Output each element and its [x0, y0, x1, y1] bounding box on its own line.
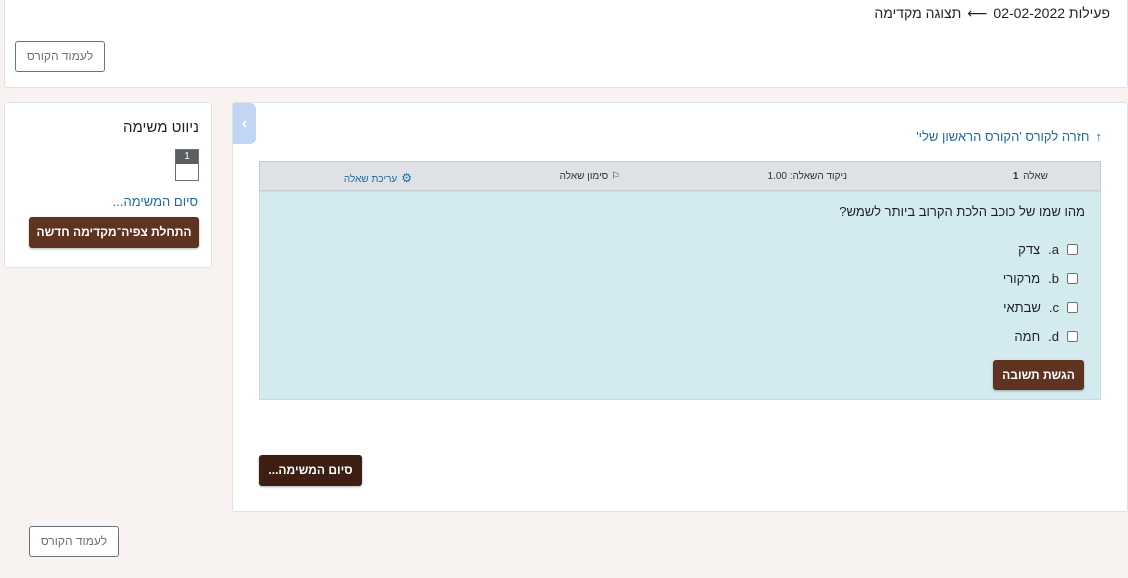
quiz-navigation-title: ניווט משימה: [122, 119, 199, 136]
breadcrumb: פעילות 02-02-2022 ⟵ תצוגה מקדימה: [874, 5, 1110, 22]
answer-letter-c: c.: [1048, 300, 1059, 315]
course-page-button-bottom[interactable]: לעמוד הקורס: [29, 526, 119, 557]
answer-letter-b: b.: [1048, 271, 1059, 286]
flag-question-button[interactable]: ⚐ סימון שאלה: [560, 171, 620, 182]
answer-checkbox-d[interactable]: [1067, 331, 1078, 342]
answer-checkbox-b[interactable]: [1067, 273, 1078, 284]
question-label-text: שאלה: [1023, 171, 1048, 182]
answer-text-b: מרקורי: [1002, 271, 1041, 286]
start-new-preview-button[interactable]: התחלת צפיה־מקדימה חדשה: [29, 217, 199, 248]
question-info-bar: שאלה 1 ניקוד השאלה: 1.00 ⚐ סימון שאלה ⚙ע…: [259, 161, 1101, 191]
answer-option-b[interactable]: b. מרקורי: [1003, 271, 1078, 286]
answer-letter-a: a.: [1048, 242, 1059, 257]
arrow-up-icon: ↑: [1095, 129, 1103, 144]
back-to-course-label: חזרה לקורס 'הקורס הראשון שלי': [916, 129, 1090, 144]
question-content: מהו שמו של כוכב הלכת הקרוב ביותר לשמש? a…: [259, 191, 1101, 400]
course-page-button[interactable]: לעמוד הקורס: [15, 41, 105, 72]
question-number: 1: [1012, 171, 1019, 182]
breadcrumb-activity[interactable]: פעילות 02-02-2022: [993, 5, 1110, 21]
breadcrumb-arrow-icon: ⟵: [967, 5, 988, 21]
finish-attempt-button[interactable]: סיום המשימה...: [259, 455, 362, 486]
flag-question-label: סימון שאלה: [559, 171, 609, 182]
answer-checkbox-a[interactable]: [1067, 244, 1078, 255]
answer-checkbox-c[interactable]: [1067, 302, 1078, 313]
answer-text-c: שבתאי: [1003, 300, 1041, 315]
edit-question-link[interactable]: ⚙עריכת שאלה: [344, 171, 412, 185]
question-nav-button[interactable]: 1: [175, 149, 199, 181]
submit-answer-button[interactable]: הגשת תשובה: [993, 360, 1084, 390]
quiz-navigation-block: ניווט משימה 1 סיום המשימה... התחלת צפיה־…: [4, 102, 212, 268]
question-text: מהו שמו של כוכב הלכת הקרוב ביותר לשמש?: [839, 204, 1085, 219]
question-grade: ניקוד השאלה: 1.00: [767, 171, 847, 182]
answer-option-a[interactable]: a. צדק: [1018, 242, 1078, 257]
breadcrumb-current: תצוגה מקדימה: [874, 5, 962, 21]
drawer-toggle-button[interactable]: ›: [233, 103, 256, 144]
finish-attempt-link[interactable]: סיום המשימה...: [113, 194, 198, 209]
answer-option-d[interactable]: d. חמה: [1014, 329, 1078, 344]
back-to-course-link[interactable]: ↑ חזרה לקורס 'הקורס הראשון שלי': [916, 129, 1102, 144]
answer-letter-d: d.: [1048, 329, 1059, 344]
answer-option-c[interactable]: c. שבתאי: [1003, 300, 1078, 315]
question-label: שאלה 1: [1013, 171, 1048, 182]
answer-text-d: חמה: [1014, 329, 1041, 344]
question-nav-number: 1: [176, 150, 198, 164]
gear-icon: ⚙: [401, 171, 412, 185]
edit-question-label: עריכת שאלה: [343, 174, 398, 185]
chevron-right-icon: ›: [241, 115, 248, 132]
flag-icon: ⚐: [611, 171, 620, 182]
answer-text-a: צדק: [1018, 242, 1041, 257]
